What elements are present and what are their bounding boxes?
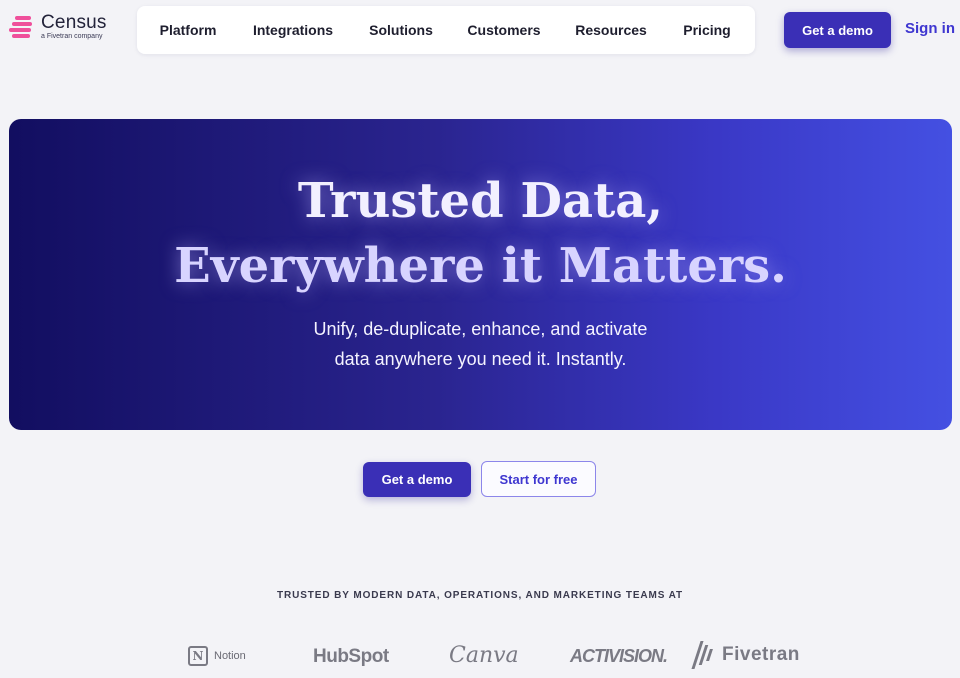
hero-title-line-1: Trusted Data, xyxy=(297,173,664,229)
sign-in-link[interactable]: Sign in xyxy=(905,20,955,37)
hero-subtitle-line-1: Unify, de-duplicate, enhance, and activa… xyxy=(313,319,648,339)
hero-banner: Trusted Data, Everywhere it Matters. Uni… xyxy=(9,119,952,430)
nav-item-pricing[interactable]: Pricing xyxy=(683,22,730,38)
nav-item-resources[interactable]: Resources xyxy=(575,22,647,38)
hero-title-line-2: Everywhere it Matters. xyxy=(174,238,787,294)
census-logo-icon xyxy=(9,14,37,40)
start-free-button[interactable]: Start for free xyxy=(481,461,596,497)
hero-subtitle-line-2: data anywhere you need it. Instantly. xyxy=(334,349,627,369)
get-demo-button[interactable]: Get a demo xyxy=(363,462,471,497)
brand-tagline: a Fivetran company xyxy=(41,33,103,40)
notion-logo: N Notion xyxy=(188,646,246,666)
census-logo[interactable]: Census a Fivetran company xyxy=(9,13,107,40)
fivetran-logo-text: Fivetran xyxy=(722,644,800,665)
canva-logo: Canva xyxy=(449,643,519,668)
nav-item-platform[interactable]: Platform xyxy=(160,22,217,38)
nav-item-customers[interactable]: Customers xyxy=(467,22,540,38)
customer-logos: N Notion HubSpot Canva ACTIVISION. Fivet… xyxy=(0,640,960,674)
hubspot-logo: HubSpot xyxy=(313,646,389,667)
activision-logo: ACTIVISION. xyxy=(570,646,668,666)
trusted-by-heading: TRUSTED BY MODERN DATA, OPERATIONS, AND … xyxy=(276,590,684,601)
nav-item-integrations[interactable]: Integrations xyxy=(253,22,333,38)
nav-item-solutions[interactable]: Solutions xyxy=(369,22,433,38)
main-nav: Platform Integrations Solutions Customer… xyxy=(137,6,755,54)
fivetran-icon xyxy=(691,641,713,669)
notion-icon: N xyxy=(188,646,208,666)
notion-logo-text: Notion xyxy=(214,650,246,662)
fivetran-logo: Fivetran xyxy=(691,641,800,669)
brand-name: Census xyxy=(41,12,107,33)
header-get-demo-button[interactable]: Get a demo xyxy=(784,12,891,48)
